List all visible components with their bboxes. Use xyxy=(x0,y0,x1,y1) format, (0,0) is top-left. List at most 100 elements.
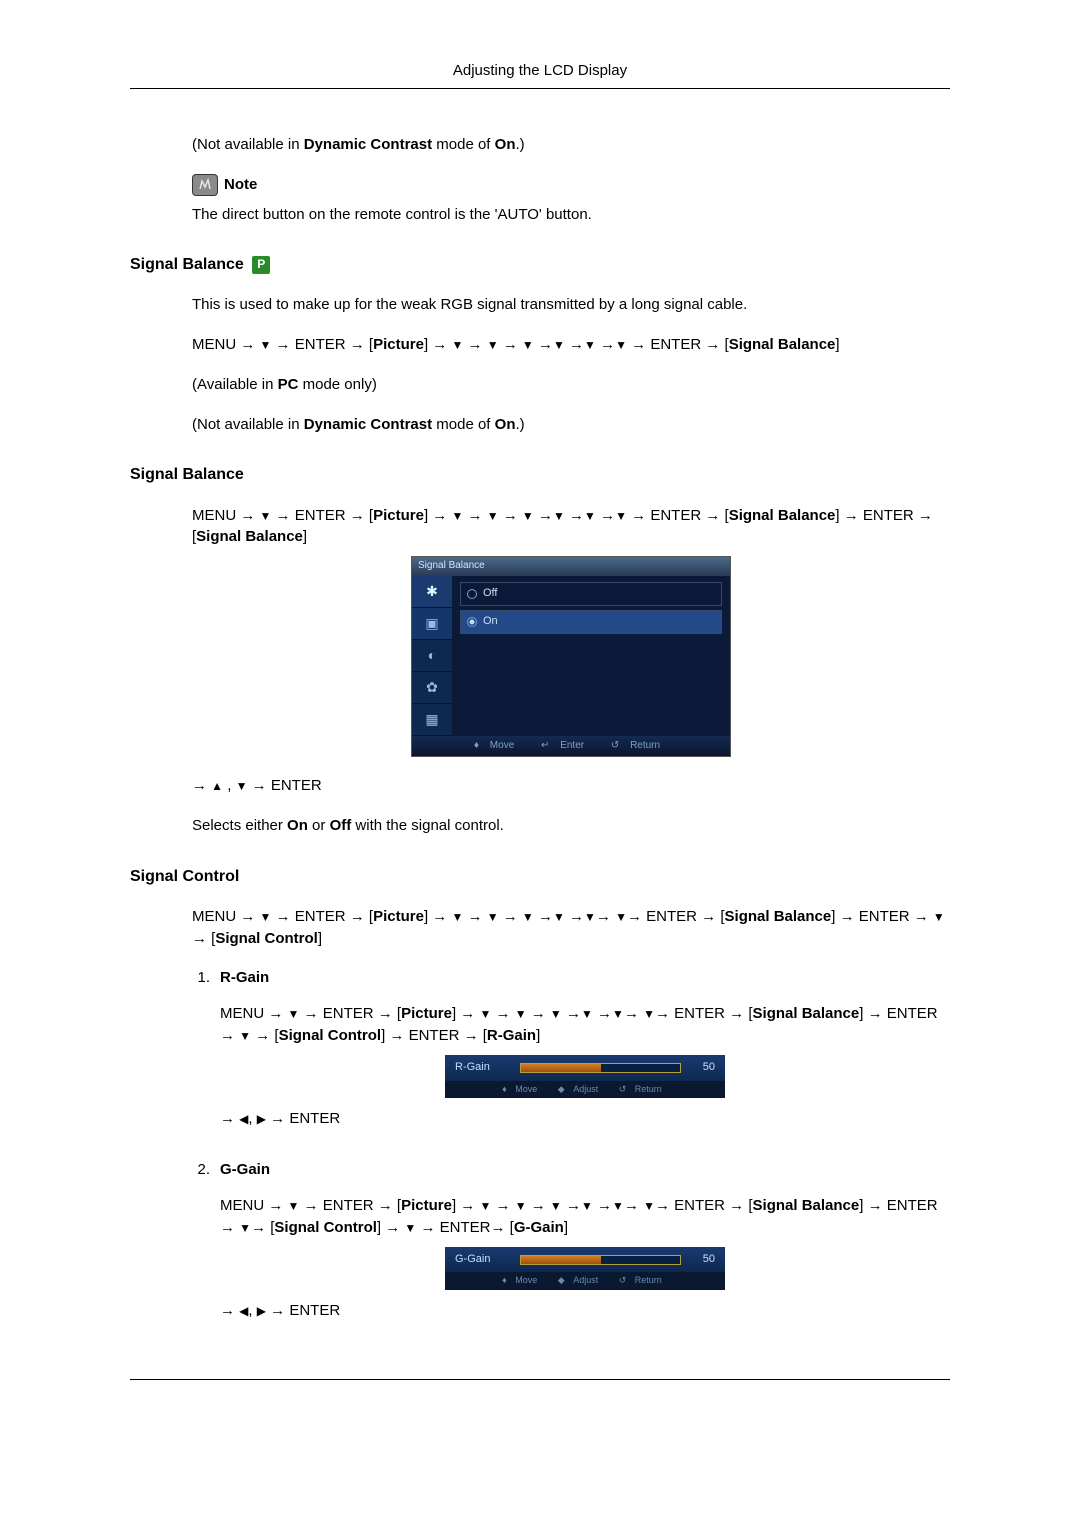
osd-side-icon-sound: ◐ xyxy=(412,640,452,672)
not-available-line: (Not available in Dynamic Contrast mode … xyxy=(192,134,950,156)
osd-side-icon-setup: ✿ xyxy=(412,672,452,704)
signal-balance-label: Signal Balance xyxy=(729,507,836,524)
text: Selects either xyxy=(192,817,287,834)
down-arrow-icon xyxy=(615,908,627,925)
down-arrow-icon xyxy=(236,777,248,794)
gain-fill xyxy=(521,1064,601,1072)
option-label: Off xyxy=(483,586,497,602)
down-arrow-icon xyxy=(584,507,596,524)
down-arrow-icon xyxy=(451,336,463,353)
text: (Available in xyxy=(192,376,278,393)
page-title: Adjusting the LCD Display xyxy=(130,60,950,89)
picture-label: Picture xyxy=(401,1005,452,1022)
on-label: On xyxy=(495,136,516,153)
osd-title: Signal Balance xyxy=(412,557,730,576)
footer-enter: ↵ Enter xyxy=(541,740,592,751)
down-arrow-icon xyxy=(288,1005,300,1022)
osd-side-icon-multi: ▦ xyxy=(412,704,452,736)
gain-slider-rgain: R-Gain 50 ♦ Move ◆ Adjust ↺ Return xyxy=(445,1055,725,1098)
signal-balance-desc: This is used to make up for the weak RGB… xyxy=(192,294,950,316)
signal-balance-label: Signal Balance xyxy=(753,1005,860,1022)
down-arrow-icon xyxy=(643,1197,655,1214)
gain-value: 50 xyxy=(691,1252,715,1268)
gain-slider-ggain: G-Gain 50 ♦ Move ◆ Adjust ↺ Return xyxy=(445,1247,725,1290)
footer-return: ↺ Return xyxy=(619,1084,668,1094)
gain-footer: ♦ Move ◆ Adjust ↺ Return xyxy=(445,1272,725,1289)
menu-path-1: MENU → → ENTER → [Picture] → → → → → → →… xyxy=(192,334,950,356)
nav-enter-line: → , → ENTER xyxy=(192,775,950,797)
gain-value: 50 xyxy=(691,1060,715,1076)
osd-footer: ♦ Move ↵ Enter ↺ Return xyxy=(412,736,730,757)
radio-icon xyxy=(467,617,477,627)
text: (Not available in xyxy=(192,136,304,153)
selects-line: Selects either On or Off with the signal… xyxy=(192,815,950,837)
option-label: On xyxy=(483,614,498,630)
signal-control-label: Signal Control xyxy=(274,1219,377,1236)
down-arrow-icon xyxy=(487,908,499,925)
on-label: On xyxy=(287,817,308,834)
down-arrow-icon xyxy=(584,908,596,925)
down-arrow-icon xyxy=(260,336,272,353)
text: (Not available in xyxy=(192,416,304,433)
text: mode of xyxy=(432,136,495,153)
left-arrow-icon xyxy=(239,1302,248,1319)
text: with the signal control. xyxy=(351,817,504,834)
osd-sidebar: ✱ ▣ ◐ ✿ ▦ xyxy=(412,576,452,736)
osd-side-icon-tools: ✱ xyxy=(412,576,452,608)
right-arrow-icon xyxy=(257,1110,266,1127)
dynamic-contrast-label: Dynamic Contrast xyxy=(304,416,432,433)
left-arrow-icon xyxy=(239,1110,248,1127)
down-arrow-icon xyxy=(487,507,499,524)
nav-lr-enter: → , → ENTER xyxy=(220,1108,950,1130)
menu-path-rgain: MENU → → ENTER → [Picture] → → → → →→ → … xyxy=(220,1003,950,1047)
osd-option-on: On xyxy=(460,610,722,634)
signal-balance-label: Signal Balance xyxy=(753,1197,860,1214)
osd-main: Off On xyxy=(452,576,730,736)
gain-label: R-Gain xyxy=(455,1060,510,1076)
down-arrow-icon xyxy=(239,1027,251,1044)
text: .) xyxy=(516,416,525,433)
down-arrow-icon xyxy=(612,1197,624,1214)
footer-move: ♦ Move xyxy=(502,1275,543,1285)
down-arrow-icon xyxy=(615,507,627,524)
down-arrow-icon xyxy=(239,1219,251,1236)
section-heading-signal-balance-p: Signal Balance P xyxy=(130,253,950,276)
footer-move: ♦ Move xyxy=(502,1084,543,1094)
right-arrow-icon xyxy=(257,1302,266,1319)
down-arrow-icon xyxy=(581,1197,593,1214)
down-arrow-icon xyxy=(260,507,272,524)
signal-balance-label: Signal Balance xyxy=(729,336,836,353)
list-item: 2. G-Gain MENU → → ENTER → [Picture] → →… xyxy=(192,1159,950,1339)
osd-side-icon-picture: ▣ xyxy=(412,608,452,640)
g-gain-heading: G-Gain xyxy=(220,1159,950,1181)
picture-label: Picture xyxy=(373,336,424,353)
note-label: Note xyxy=(224,174,257,196)
down-arrow-icon xyxy=(515,1005,527,1022)
down-arrow-icon xyxy=(451,908,463,925)
down-arrow-icon xyxy=(550,1005,562,1022)
down-arrow-icon xyxy=(522,908,534,925)
down-arrow-icon xyxy=(522,507,534,524)
down-arrow-icon xyxy=(584,336,596,353)
heading-text: Signal Balance xyxy=(130,256,244,273)
down-arrow-icon xyxy=(553,336,565,353)
down-arrow-icon xyxy=(550,1197,562,1214)
text: mode of xyxy=(432,416,495,433)
section-heading-signal-control: Signal Control xyxy=(130,865,950,888)
off-label: Off xyxy=(330,817,352,834)
p-badge-icon: P xyxy=(252,256,270,274)
menu-path-3: MENU → → ENTER → [Picture] → → → → →→ → … xyxy=(192,906,950,950)
gain-label: G-Gain xyxy=(455,1252,510,1268)
text: mode only) xyxy=(298,376,376,393)
down-arrow-icon xyxy=(933,908,945,925)
signal-control-label: Signal Control xyxy=(215,930,318,947)
down-arrow-icon xyxy=(515,1197,527,1214)
pc-label: PC xyxy=(278,376,299,393)
picture-label: Picture xyxy=(373,908,424,925)
gain-footer: ♦ Move ◆ Adjust ↺ Return xyxy=(445,1081,725,1098)
on-label: On xyxy=(495,416,516,433)
picture-label: Picture xyxy=(401,1197,452,1214)
down-arrow-icon xyxy=(404,1219,416,1236)
signal-balance-label: Signal Balance xyxy=(196,528,303,545)
section-heading-signal-balance: Signal Balance xyxy=(130,463,950,486)
